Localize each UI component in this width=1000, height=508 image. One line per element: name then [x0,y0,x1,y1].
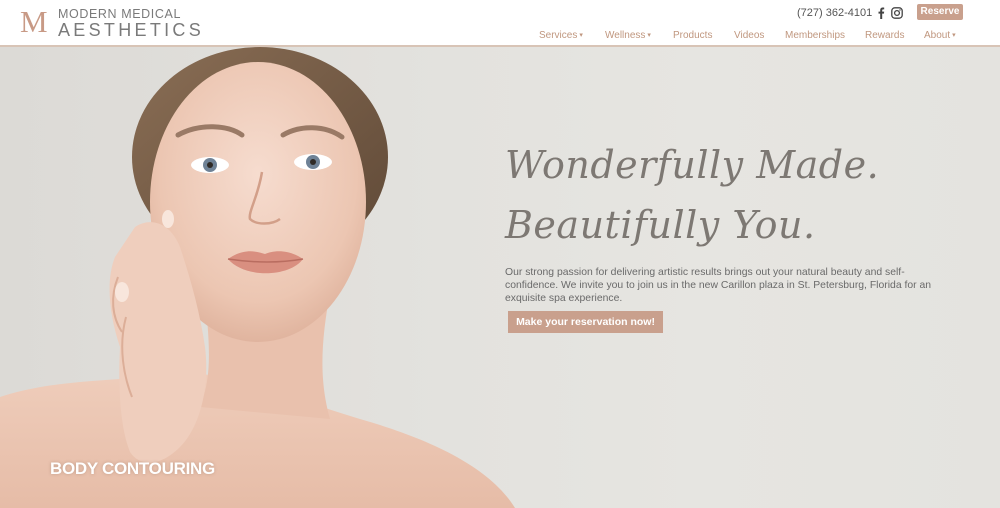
facebook-icon[interactable] [877,6,885,20]
slide-caption[interactable]: BODY CONTOURING [50,459,215,479]
chevron-down-icon: ▾ [647,32,651,39]
nav-item-products[interactable]: Products [673,30,712,44]
nav-item-videos[interactable]: Videos [734,30,764,44]
nav-label: About [924,30,951,41]
hero-portrait-image [0,47,515,508]
logo-text-line1: MODERN MEDICAL [58,7,181,21]
nav-item-wellness[interactable]: Wellness ▾ [605,30,651,44]
nav-label: Services [539,30,578,41]
site-header: M MODERN MEDICAL AESTHETICS (727) 362-41… [0,0,1000,47]
nav-item-services[interactable]: Services ▾ [539,30,583,44]
nav-item-rewards[interactable]: Rewards [865,30,904,44]
nav-label: Rewards [865,30,905,41]
nav-label: Products [673,30,713,41]
hero-headline-line1: Wonderfully Made. [505,143,880,187]
nav-label: Videos [734,30,765,41]
instagram-icon[interactable] [891,6,903,20]
hero-description: Our strong passion for delivering artist… [505,267,932,304]
reserve-button[interactable]: Reserve [917,4,963,20]
logo[interactable]: M MODERN MEDICAL AESTHETICS [20,4,201,41]
nav-item-about[interactable]: About ▾ [924,30,956,44]
logo-monogram: M [20,4,48,39]
chevron-down-icon: ▾ [579,32,583,39]
hero-slider: Wonderfully Made. Beautifully You. Our s… [0,47,1000,508]
logo-text-line2: AESTHETICS [58,20,205,40]
nav-label: Memberships [785,30,846,41]
hero-headline-line2: Beautifully You. [505,203,816,247]
phone-number[interactable]: (727) 362-4101 [797,7,872,19]
chevron-down-icon: ▾ [952,32,956,39]
nav-label: Wellness [605,30,646,41]
nav-item-memberships[interactable]: Memberships [785,30,845,44]
make-reservation-button[interactable]: Make your reservation now! [508,311,663,333]
